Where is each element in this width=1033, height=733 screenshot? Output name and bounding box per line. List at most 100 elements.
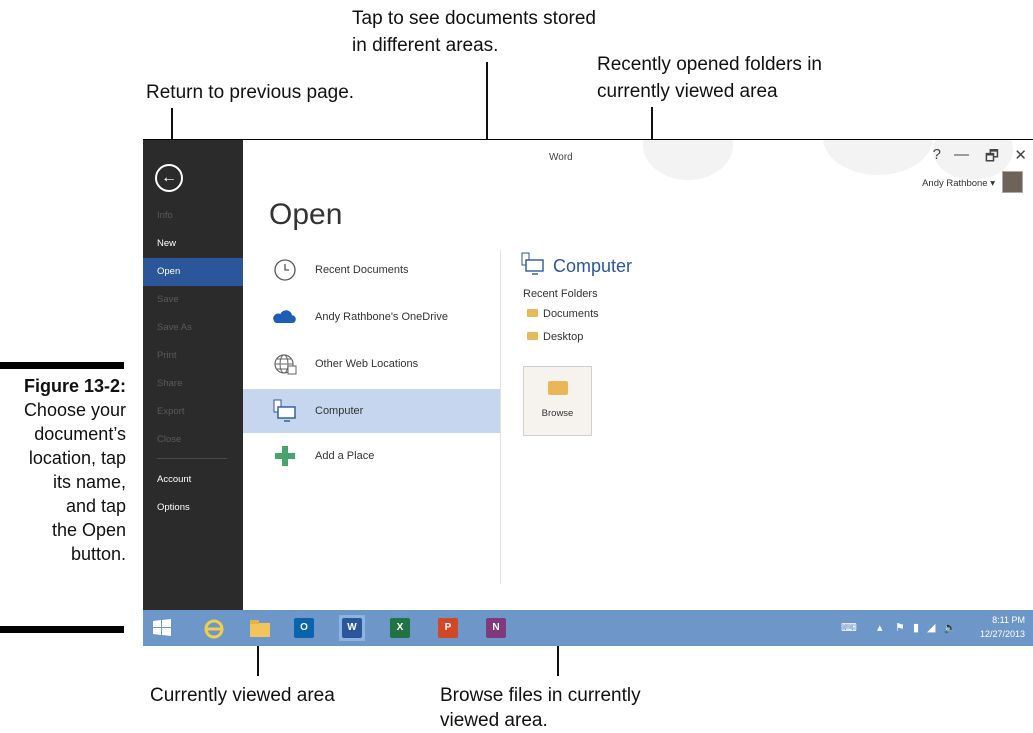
- folder-label: Desktop: [543, 331, 584, 343]
- callout-return-previous: Return to previous page.: [146, 82, 355, 103]
- globe-icon: [274, 354, 297, 375]
- nav-new[interactable]: New: [143, 230, 243, 258]
- nav-account[interactable]: Account: [143, 466, 243, 494]
- place-computer[interactable]: Computer: [243, 389, 500, 433]
- excel-icon: X: [390, 618, 410, 638]
- nav-close: Close: [157, 434, 182, 445]
- place-label: Add a Place: [315, 450, 375, 462]
- file-explorer-button[interactable]: [247, 615, 273, 641]
- callout-tap-areas-line1: Tap to see documents stored: [352, 8, 596, 29]
- figure-number: Figure 13-2:: [23, 376, 126, 396]
- word-icon: W: [342, 618, 362, 638]
- caption-line: location, tap: [28, 448, 126, 468]
- powerpoint-icon: P: [438, 618, 458, 638]
- keyboard-icon[interactable]: ⌨: [841, 621, 857, 634]
- caption-line: the Open: [51, 520, 126, 540]
- browse-button[interactable]: Browse: [523, 366, 592, 436]
- caption-line: its name,: [52, 472, 126, 492]
- restore-button[interactable]: 🗗: [985, 146, 999, 171]
- nav-print: Print: [157, 350, 177, 361]
- nav-save-as: Save As: [157, 322, 192, 333]
- clock-time: 8:11 PM: [992, 615, 1025, 625]
- taskbar-app-powerpoint[interactable]: P: [435, 615, 461, 641]
- user-name[interactable]: Andy Rathbone ▾: [922, 178, 995, 189]
- back-button[interactable]: ←: [155, 164, 183, 192]
- caption-line: and tap: [65, 496, 126, 516]
- arrow-left-icon: ←: [161, 169, 177, 186]
- callout-recent-folders-line1: Recently opened folders in: [597, 54, 822, 75]
- network-icon[interactable]: ◢: [927, 621, 935, 634]
- file-explorer-icon: [250, 620, 270, 637]
- onenote-icon: N: [486, 618, 506, 638]
- backstage-nav: ← Info New Open Save Save As Print Share…: [143, 140, 243, 610]
- folder-icon: [527, 309, 538, 317]
- battery-icon[interactable]: ▮: [913, 621, 919, 634]
- folder-desktop[interactable]: Desktop: [527, 331, 583, 343]
- place-onedrive[interactable]: Andy Rathbone's OneDrive: [243, 295, 500, 339]
- clock[interactable]: 8:11 PM 12/27/2013: [980, 613, 1025, 641]
- close-button[interactable]: ✕: [1014, 146, 1027, 164]
- callout-tap-areas-line2: in different areas.: [352, 35, 499, 56]
- callout-recent-folders-line2: currently viewed area: [597, 81, 778, 102]
- nav-open[interactable]: Open: [143, 258, 243, 286]
- start-button[interactable]: [149, 615, 175, 641]
- clock-date: 12/27/2013: [979, 629, 1025, 639]
- taskbar-app-outlook[interactable]: O: [291, 615, 317, 641]
- caption-line: button.: [70, 544, 126, 564]
- clock-icon: [274, 259, 296, 281]
- place-label: Other Web Locations: [315, 358, 419, 370]
- place-other-web-locations[interactable]: Other Web Locations: [243, 342, 500, 386]
- callout-browse-line1: Browse files in currently: [440, 685, 641, 706]
- internet-explorer-button[interactable]: [201, 615, 227, 641]
- location-title: Computer: [553, 256, 633, 276]
- cloud-icon: [273, 310, 296, 323]
- folder-label: Documents: [543, 308, 599, 320]
- folder-icon: [527, 332, 538, 340]
- folder-documents[interactable]: Documents: [527, 308, 599, 320]
- place-add-a-place[interactable]: Add a Place: [243, 434, 500, 478]
- user-name-label: Andy Rathbone: [922, 178, 988, 189]
- nav-export: Export: [157, 406, 185, 417]
- nav-options[interactable]: Options: [143, 494, 243, 522]
- page-title: Open: [269, 198, 343, 231]
- taskbar: O W X P N ⌨ ▴ ⚑ ▮ ◢ 🔈 8:11 PM 12/27/2013: [143, 610, 1033, 646]
- nav-info: Info: [157, 210, 173, 221]
- place-recent-documents[interactable]: Recent Documents: [243, 248, 500, 292]
- place-label: Andy Rathbone's OneDrive: [315, 311, 448, 323]
- places-divider: [500, 250, 501, 584]
- app-title: Word: [549, 152, 573, 163]
- caption-line: document’s: [34, 424, 126, 444]
- computer-icon: [273, 399, 296, 422]
- volume-icon[interactable]: 🔈: [943, 621, 957, 634]
- action-center-flag-icon[interactable]: ⚑: [895, 621, 905, 634]
- place-label: Computer: [315, 405, 364, 417]
- avatar[interactable]: [1002, 171, 1023, 193]
- place-label: Recent Documents: [315, 264, 409, 276]
- figure-caption: Figure 13-2: Choose your document’s loca…: [24, 374, 126, 566]
- minimize-button[interactable]: —: [954, 146, 969, 163]
- callout-currently-viewed: Currently viewed area: [150, 685, 335, 706]
- taskbar-app-onenote[interactable]: N: [483, 615, 509, 641]
- figure-rule-bottom: [0, 626, 124, 633]
- internet-explorer-icon: [204, 619, 224, 639]
- recent-folders-heading: Recent Folders: [523, 288, 598, 300]
- background-decoration: [933, 140, 1013, 180]
- word-window: ← Info New Open Save Save As Print Share…: [143, 139, 1033, 646]
- plus-icon: [275, 446, 295, 466]
- taskbar-app-word[interactable]: W: [339, 615, 365, 641]
- nav-save: Save: [157, 294, 179, 305]
- outlook-icon: O: [294, 618, 314, 638]
- chevron-down-icon: ▾: [990, 178, 995, 189]
- caption-line: Choose your: [23, 400, 126, 420]
- show-hidden-icons-icon[interactable]: ▴: [877, 621, 883, 634]
- location-header: Computer: [521, 252, 632, 277]
- background-decoration: [823, 140, 933, 175]
- help-button[interactable]: ?: [933, 146, 941, 163]
- figure-rule-top: [0, 362, 124, 369]
- windows-logo-icon: [153, 619, 171, 636]
- open-pane: Word ? — 🗗 ✕ Andy Rathbone ▾ Open Recent…: [243, 140, 1033, 610]
- taskbar-app-excel[interactable]: X: [387, 615, 413, 641]
- folder-open-icon: [547, 381, 568, 395]
- nav-share: Share: [157, 378, 183, 389]
- computer-icon: [521, 252, 544, 275]
